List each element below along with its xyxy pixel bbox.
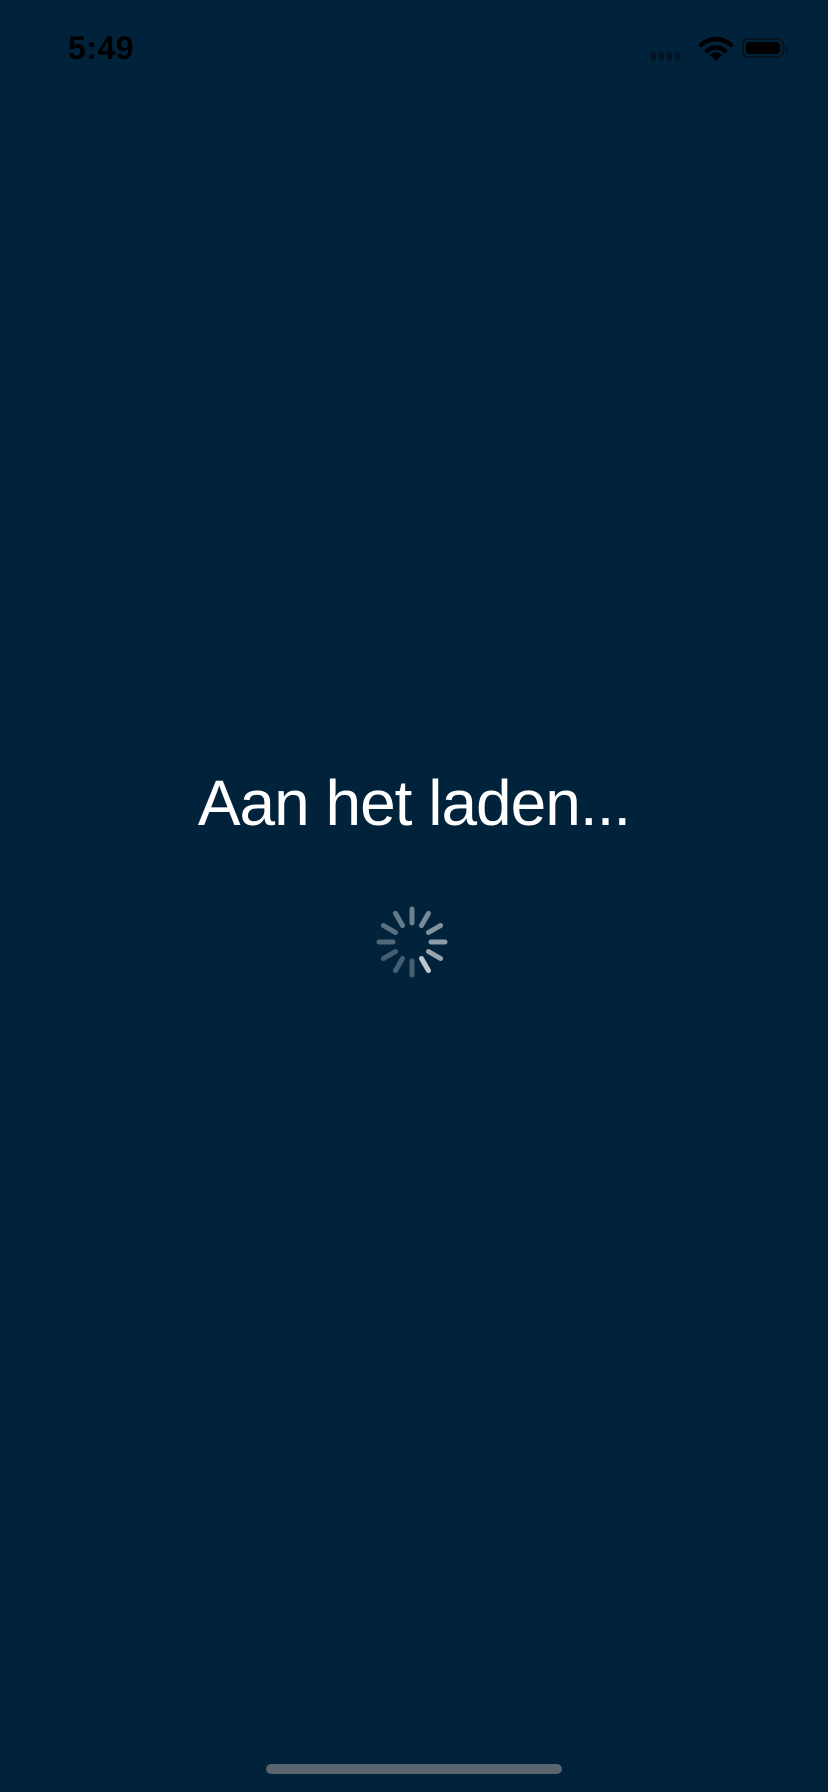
wifi-icon: [699, 36, 733, 61]
spinner-spoke: [393, 910, 405, 929]
spinner-spoke: [419, 910, 431, 929]
home-indicator[interactable]: [266, 1764, 562, 1774]
spinner-spoke: [419, 955, 431, 974]
battery-icon: [742, 38, 788, 58]
spinner-spoke: [380, 923, 399, 935]
loading-text: Aan het laden...: [197, 767, 631, 839]
spinner-spoke: [380, 949, 399, 961]
status-time: 5:49: [68, 30, 135, 66]
spinner-spoke: [425, 923, 444, 935]
activity-indicator-icon: [376, 906, 448, 978]
cellular-signal-icon: [651, 52, 680, 61]
spinner-spoke: [393, 955, 405, 974]
spinner-spoke: [425, 949, 444, 961]
